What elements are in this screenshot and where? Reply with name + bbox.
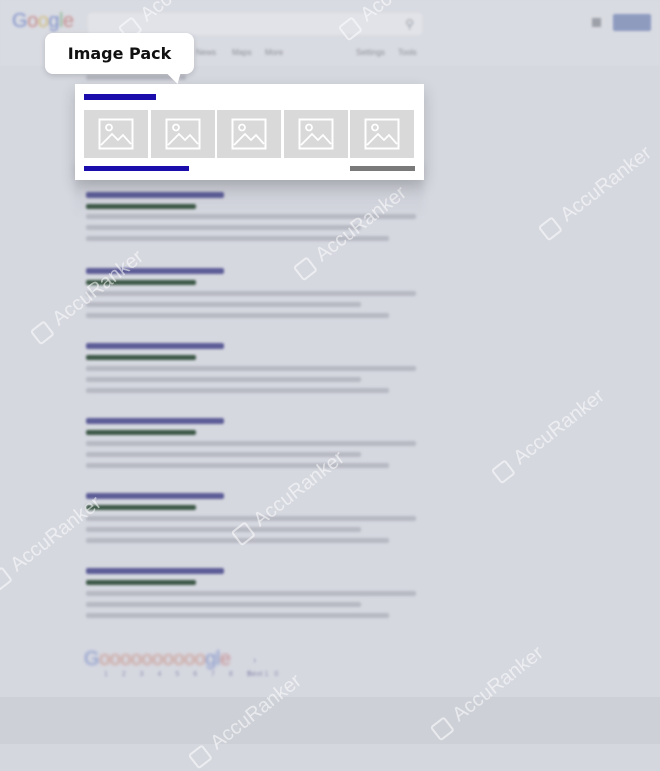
result-snippet — [86, 441, 416, 446]
result-url — [86, 204, 196, 209]
tab-maps[interactable]: Maps — [232, 48, 252, 57]
image-thumbnail[interactable] — [217, 110, 281, 158]
result-snippet — [86, 313, 389, 318]
result-snippet — [86, 366, 416, 371]
next-page-link[interactable]: Next — [248, 671, 262, 678]
result-snippet — [86, 591, 416, 596]
tab-settings[interactable]: Settings — [356, 48, 385, 57]
result-url — [86, 430, 196, 435]
image-placeholder-icon — [165, 118, 200, 150]
view-all-link[interactable] — [350, 166, 415, 171]
result-snippet — [86, 302, 361, 307]
page-footer — [0, 697, 660, 744]
feature-label-callout: Image Pack — [45, 33, 194, 74]
google-logo[interactable]: Google — [12, 10, 74, 33]
result-title[interactable] — [86, 568, 224, 574]
result-snippet — [86, 377, 361, 382]
result-snippet — [86, 527, 361, 532]
tab-more[interactable]: More — [265, 48, 283, 57]
result-url — [86, 580, 196, 585]
result-title[interactable] — [86, 343, 224, 349]
pagination-logo: Goooooooooogle — [84, 648, 231, 670]
image-thumbnail[interactable] — [84, 110, 148, 158]
tab-tools[interactable]: Tools — [398, 48, 417, 57]
image-placeholder-icon — [98, 118, 134, 150]
tab-news[interactable]: News — [196, 48, 216, 57]
result-snippet — [86, 602, 361, 607]
result-snippet — [86, 613, 389, 618]
search-icon[interactable]: ⚲ — [405, 17, 414, 31]
image-placeholder-icon — [298, 118, 333, 150]
result-title[interactable] — [86, 192, 224, 198]
result-snippet — [86, 452, 361, 457]
next-arrow-icon[interactable]: › — [253, 655, 256, 666]
feature-label-text: Image Pack — [67, 44, 172, 63]
image-placeholder-icon — [231, 118, 267, 150]
image-pack-title[interactable] — [84, 94, 156, 100]
result-snippet — [86, 388, 389, 393]
more-images-link[interactable] — [84, 166, 189, 171]
result-title[interactable] — [86, 493, 224, 499]
image-thumbnail[interactable] — [283, 110, 348, 158]
accuranker-logo-icon — [187, 743, 213, 770]
result-url — [86, 355, 196, 360]
image-placeholder-icon — [364, 118, 400, 150]
sign-in-button[interactable] — [613, 14, 651, 31]
apps-grid-icon[interactable] — [592, 18, 601, 27]
result-title[interactable] — [86, 418, 224, 424]
result-snippet — [86, 291, 416, 296]
image-thumbnail[interactable] — [350, 110, 414, 158]
result-snippet — [86, 225, 361, 230]
image-pack-card — [75, 84, 424, 180]
image-thumbnail[interactable] — [150, 110, 215, 158]
